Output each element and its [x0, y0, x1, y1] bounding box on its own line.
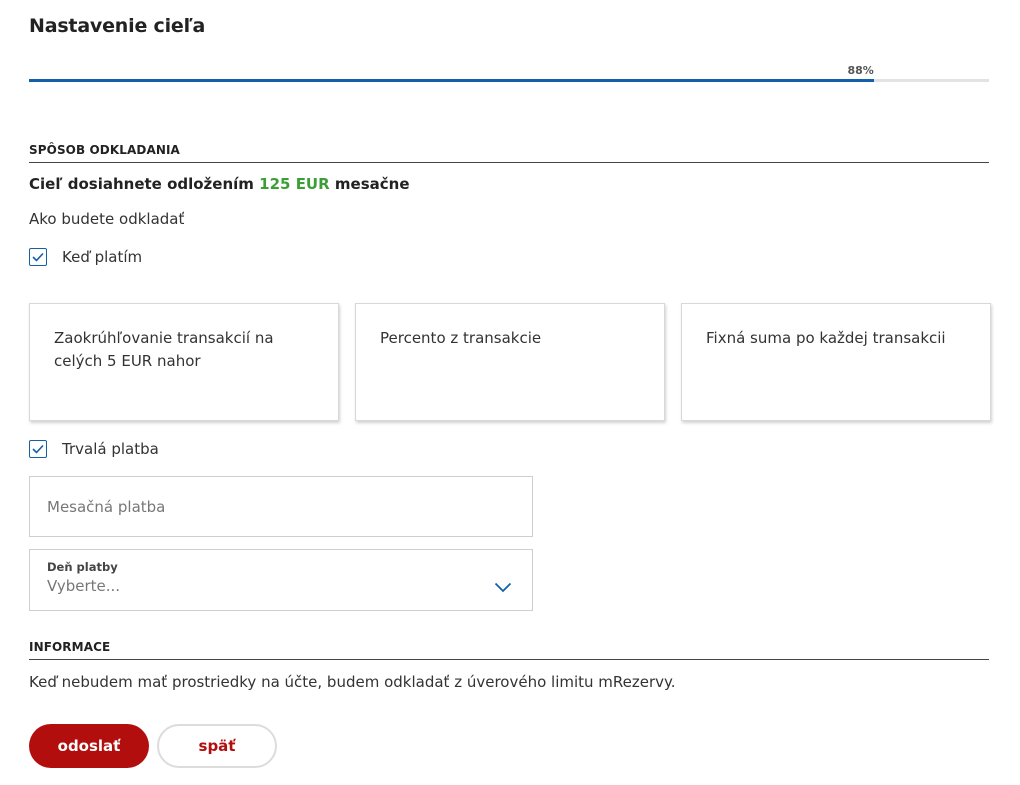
when-paying-checkbox[interactable] [29, 248, 47, 266]
payment-day-label: Deň platby [47, 560, 118, 574]
saving-options: Zaokrúhľovanie transakcií na celých 5 EU… [29, 303, 991, 421]
standing-order-option[interactable]: Trvalá platba [29, 440, 159, 458]
info-text: Keď nebudem mať prostriedky na účte, bud… [29, 673, 676, 691]
progress-fill [29, 79, 874, 82]
check-icon [32, 252, 44, 262]
section-heading-information: INFORMACE [29, 640, 989, 660]
when-paying-option[interactable]: Keď platím [29, 248, 142, 266]
goal-amount: 125 EUR [259, 175, 330, 193]
progress-bar: 88% [29, 64, 989, 86]
option-card-rounding[interactable]: Zaokrúhľovanie transakcií na celých 5 EU… [29, 303, 339, 421]
option-card-percentage[interactable]: Percento z transakcie [355, 303, 665, 421]
goal-suffix: mesačne [334, 175, 410, 193]
when-paying-label: Keď platím [62, 248, 143, 266]
payment-day-select[interactable]: Deň platby Vyberte... [29, 549, 533, 611]
standing-order-checkbox[interactable] [29, 440, 47, 458]
back-button[interactable]: späť [157, 724, 277, 768]
how-to-save-label: Ako budete odkladať [29, 210, 185, 228]
chevron-down-icon [494, 582, 512, 593]
submit-button[interactable]: odoslať [29, 724, 149, 768]
option-card-fixed-amount[interactable]: Fixná suma po každej transakcii [681, 303, 991, 421]
check-icon [32, 444, 44, 454]
section-heading-saving-method: SPÔSOB ODKLADANIA [29, 143, 989, 163]
monthly-payment-input[interactable]: Mesačná platba [29, 476, 533, 537]
goal-summary: Cieľ dosiahnete odložením 125 EUR mesačn… [29, 175, 410, 193]
page-title: Nastavenie cieľa [29, 15, 206, 37]
goal-prefix: Cieľ dosiahnete odložením [29, 175, 254, 193]
standing-order-label: Trvalá platba [62, 440, 159, 458]
progress-track [29, 79, 989, 82]
progress-label: 88% [847, 64, 874, 77]
payment-day-value: Vyberte... [47, 577, 121, 595]
